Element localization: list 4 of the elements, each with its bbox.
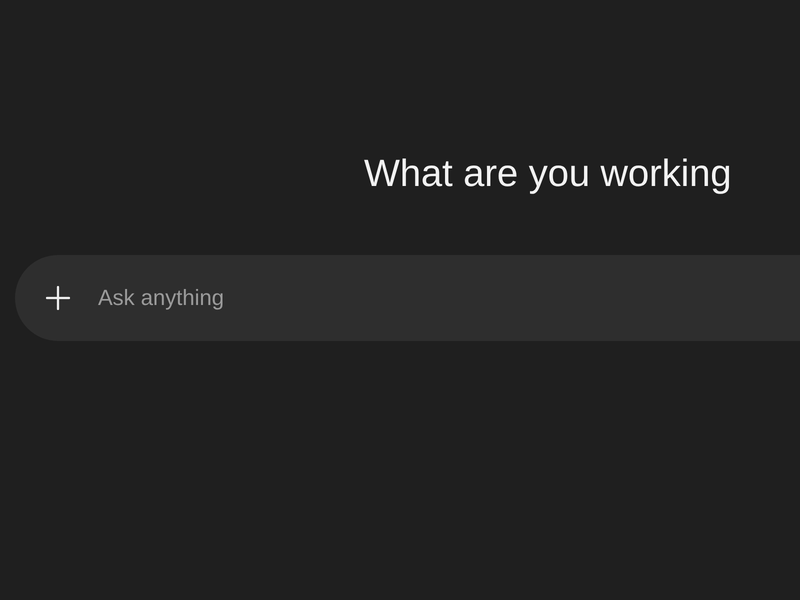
plus-icon [46, 286, 70, 310]
message-input[interactable]: Ask anything [15, 255, 800, 341]
page-heading: What are you working [364, 152, 732, 197]
add-button[interactable] [45, 285, 71, 311]
